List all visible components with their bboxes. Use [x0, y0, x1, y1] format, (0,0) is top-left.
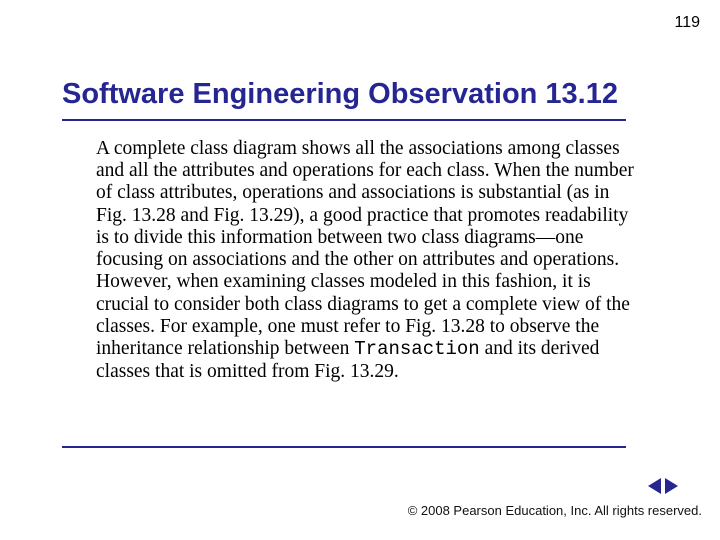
body-text: A complete class diagram shows all the a…: [96, 138, 636, 383]
body-paragraph-a: A complete class diagram shows all the a…: [96, 138, 634, 359]
next-icon[interactable]: [665, 478, 678, 494]
copyright-icon: ©: [408, 503, 418, 518]
footer: © 2008 Pearson Education, Inc. All right…: [408, 503, 702, 518]
code-transaction: Transaction: [354, 338, 479, 360]
nav-controls: [648, 478, 678, 494]
divider-bottom: [62, 446, 626, 448]
slide-title: Software Engineering Observation 13.12: [62, 78, 618, 111]
slide: 119 Software Engineering Observation 13.…: [0, 0, 720, 540]
divider-top: [62, 119, 626, 121]
prev-icon[interactable]: [648, 478, 661, 494]
footer-text: 2008 Pearson Education, Inc. All rights …: [417, 503, 702, 518]
page-number: 119: [674, 14, 700, 32]
